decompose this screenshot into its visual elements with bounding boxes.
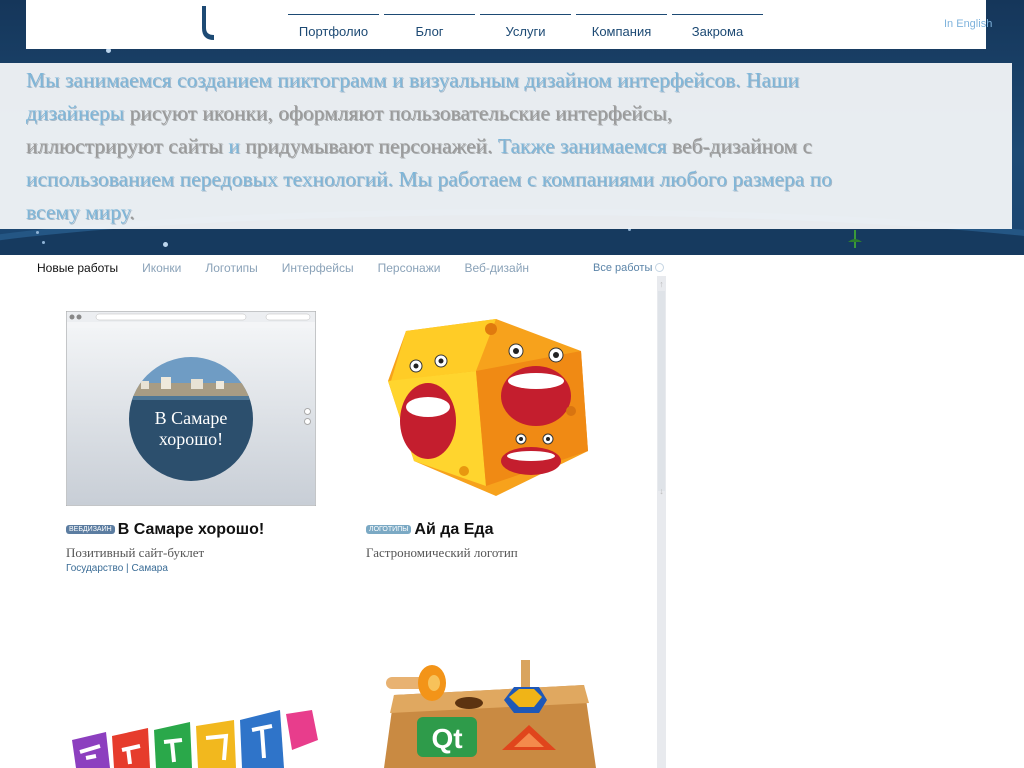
star bbox=[163, 242, 168, 247]
intro-highlight: и bbox=[222, 134, 246, 158]
intro-plain: придумывают персонажей. bbox=[245, 134, 493, 158]
category-badge[interactable]: логотипы bbox=[366, 525, 412, 534]
nav-stash[interactable]: Закрома bbox=[672, 0, 763, 49]
toy-letters: Qt bbox=[431, 723, 462, 754]
intro-plain: веб-дизайном с bbox=[666, 134, 813, 158]
intro-highlight: Мы занимаемся созданием пиктограмм и виз… bbox=[26, 68, 800, 92]
nav-services[interactable]: Услуги bbox=[480, 0, 571, 49]
intro-text: Мы занимаемся созданием пиктограмм и виз… bbox=[26, 64, 966, 229]
tab-logos[interactable]: Логотипы bbox=[205, 261, 257, 275]
logo-icon[interactable] bbox=[198, 6, 220, 40]
star bbox=[42, 241, 45, 244]
intro-plain: . bbox=[129, 200, 135, 224]
nav-company[interactable]: Компания bbox=[576, 0, 667, 49]
work-thumbnail-cheese[interactable] bbox=[366, 311, 616, 506]
work-tags: Государство | Самара bbox=[66, 563, 168, 574]
work-title-row: вебдизайн В Самаре хорошо! bbox=[66, 521, 264, 539]
tab-web-design[interactable]: Веб-дизайн bbox=[464, 261, 529, 275]
intro-plain: иллюстрируют сайты bbox=[26, 134, 223, 158]
language-switch-link[interactable]: In English bbox=[944, 18, 992, 30]
carousel-dot[interactable] bbox=[304, 408, 311, 415]
thumb-text-line1: В Самаре bbox=[155, 408, 228, 428]
thumb-text-line2: хорошо! bbox=[159, 429, 223, 449]
intro-link-world[interactable]: всему миру bbox=[26, 200, 129, 224]
work-title[interactable]: Ай да Еда bbox=[414, 521, 493, 538]
all-works-label: Все работы bbox=[593, 262, 653, 274]
nav-label: Портфолио bbox=[298, 24, 369, 39]
intro-plain: рисуют иконки, оформляют пользовательски… bbox=[124, 101, 673, 125]
work-thumbnail-toy[interactable]: Qt bbox=[384, 655, 596, 768]
main-nav: Портфолио Блог Услуги Компания Закрома bbox=[288, 0, 763, 49]
work-title-row: логотипы Ай да Еда bbox=[366, 521, 493, 539]
intro-highlight: использованием передовых технологий. bbox=[26, 167, 394, 191]
tag-link[interactable]: Самара bbox=[131, 563, 167, 574]
scroll-thumb[interactable] bbox=[658, 291, 665, 491]
tab-characters[interactable]: Персонажи bbox=[378, 261, 441, 275]
tag-link[interactable]: Государство bbox=[66, 563, 123, 574]
scroll-up-arrow-icon[interactable]: ↑ bbox=[657, 280, 666, 289]
work-title[interactable]: В Самаре хорошо! bbox=[118, 521, 265, 538]
intro-link-designers[interactable]: дизайнеры bbox=[26, 101, 124, 125]
tab-icons[interactable]: Иконки bbox=[142, 261, 181, 275]
work-thumbnail-letters[interactable] bbox=[66, 700, 320, 768]
tab-new-works[interactable]: Новые работы bbox=[37, 261, 118, 275]
intro-highlight: по bbox=[804, 167, 832, 191]
work-thumbnail-samara[interactable]: В Самаре хорошо! bbox=[66, 311, 316, 506]
nav-label: Блог bbox=[415, 24, 444, 39]
all-works-link[interactable]: Все работы bbox=[593, 262, 665, 274]
star bbox=[36, 231, 39, 234]
tab-interfaces[interactable]: Интерфейсы bbox=[282, 261, 354, 275]
carousel-dot[interactable] bbox=[304, 418, 311, 425]
intro-link-also[interactable]: Также занимаемся bbox=[493, 134, 667, 158]
nav-label: Услуги bbox=[505, 24, 546, 39]
scrollbar[interactable]: ↑ ↓ bbox=[657, 276, 666, 768]
scroll-down-arrow-icon[interactable]: ↓ bbox=[657, 487, 666, 496]
antenna-icon bbox=[848, 230, 862, 248]
nav-blog[interactable]: Блог bbox=[384, 0, 475, 49]
work-subtitle: Гастрономический логотип bbox=[366, 545, 518, 560]
nav-portfolio[interactable]: Портфолио bbox=[288, 0, 379, 49]
works-filter-tabs: Новые работы Иконки Логотипы Интерфейсы … bbox=[37, 261, 553, 275]
nav-label: Закрома bbox=[691, 24, 744, 39]
work-subtitle: Позитивный сайт-буклет bbox=[66, 545, 205, 560]
nav-label: Компания bbox=[591, 24, 652, 39]
intro-highlight: Мы работаем с компаниями любого размера bbox=[393, 167, 805, 191]
carousel-dots bbox=[304, 408, 311, 428]
circle-arrow-icon bbox=[655, 263, 665, 272]
category-badge[interactable]: вебдизайн bbox=[66, 525, 115, 534]
